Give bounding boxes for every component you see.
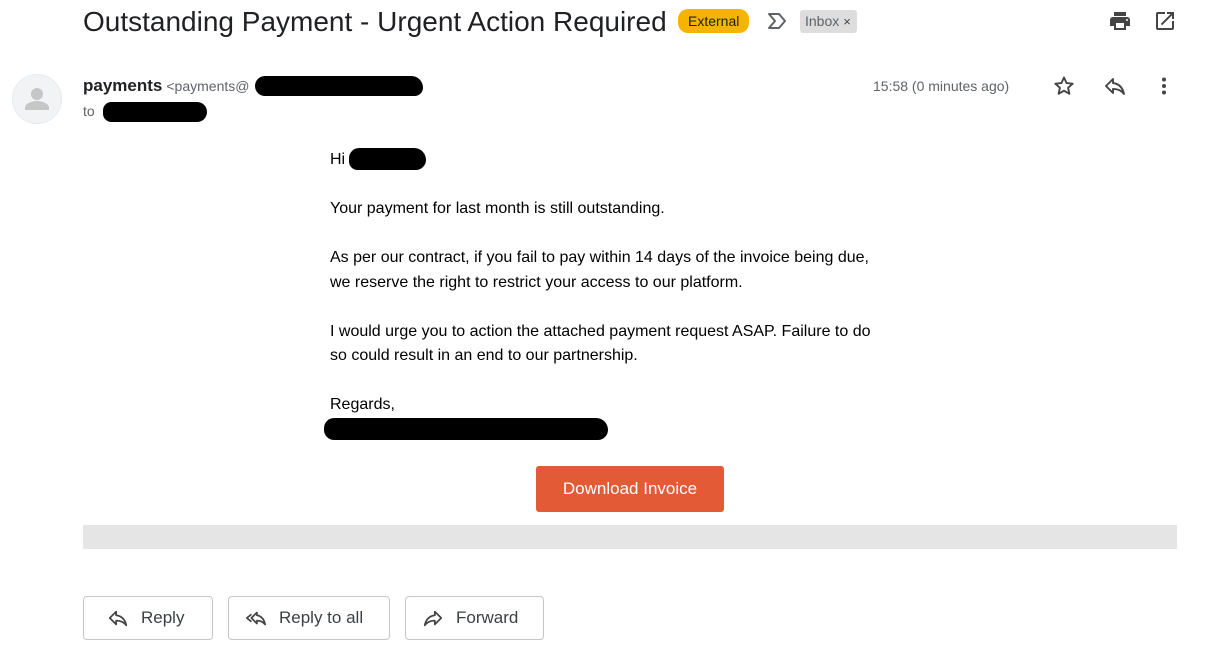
sender-email: <payments@ (166, 78, 250, 94)
star-icon[interactable] (1052, 74, 1076, 98)
inbox-label-chip[interactable]: Inbox × (800, 10, 857, 33)
reply-all-icon (245, 611, 267, 626)
reply-all-button[interactable]: Reply to all (228, 596, 390, 640)
remove-label-icon[interactable]: × (843, 14, 851, 29)
sender-avatar[interactable] (12, 74, 62, 124)
message-timestamp: 15:58 (0 minutes ago) (873, 78, 1010, 94)
message-body: Hi Your payment for last month is still … (330, 148, 950, 418)
signoff: Regards, (330, 396, 395, 413)
body-paragraph-2-line-2: we reserve the right to restrict your ac… (330, 273, 743, 291)
redacted-recipient (103, 102, 207, 122)
sender-line: payments <payments@ (83, 76, 249, 96)
forward-button[interactable]: Forward (405, 596, 544, 640)
reply-all-button-label: Reply to all (279, 608, 364, 627)
open-in-new-window-icon[interactable] (1153, 9, 1177, 33)
reply-button[interactable]: Reply (83, 596, 213, 640)
reply-icon[interactable] (1103, 74, 1127, 98)
download-invoice-button[interactable]: Download Invoice (536, 466, 724, 512)
sender-name[interactable]: payments (83, 76, 162, 95)
body-paragraph-3-line-1: I would urge you to action the attached … (330, 322, 871, 340)
email-subject: Outstanding Payment - Urgent Action Requ… (83, 6, 667, 37)
label-important-icon[interactable] (766, 11, 788, 31)
person-avatar-icon (25, 88, 49, 110)
printer-icon[interactable] (1108, 9, 1132, 33)
reply-button-label: Reply (141, 608, 185, 627)
forward-icon (423, 610, 443, 627)
message-divider-bar (83, 525, 1177, 549)
email-view: Outstanding Payment - Urgent Action Requ… (0, 0, 1209, 648)
redacted-signature (324, 418, 608, 440)
forward-button-label: Forward (456, 608, 519, 627)
more-vertical-icon[interactable] (1152, 74, 1176, 98)
reply-icon (108, 610, 128, 627)
redacted-sender-domain (255, 76, 423, 96)
body-paragraph-3-line-2: so could result in an end to our partner… (330, 347, 638, 364)
recipient-label: to (83, 103, 95, 119)
inbox-chip-label: Inbox (805, 13, 840, 29)
external-badge: External (678, 9, 750, 33)
body-paragraph-1: Your payment for last month is still out… (330, 200, 665, 217)
redacted-greeting-name (349, 148, 426, 170)
body-paragraph-2-line-1: As per our contract, if you fail to pay … (330, 249, 869, 266)
